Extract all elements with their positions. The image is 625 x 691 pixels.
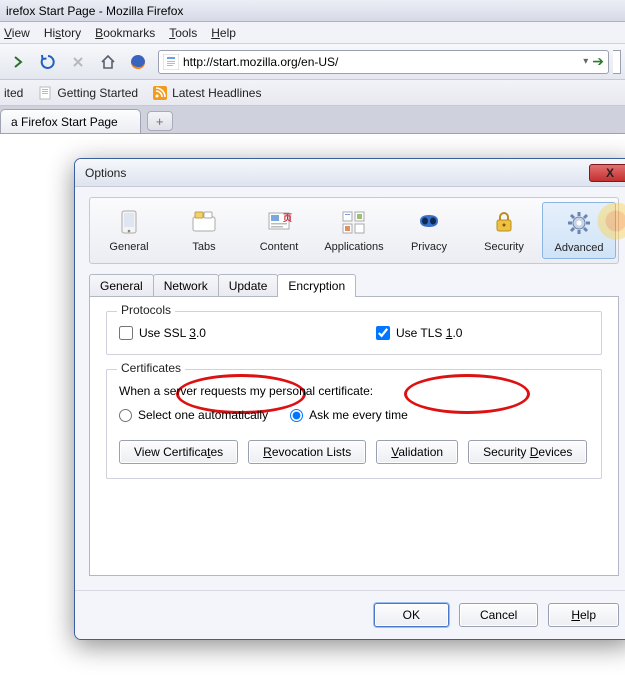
subtab-general[interactable]: General xyxy=(89,274,154,297)
close-icon: X xyxy=(606,166,614,180)
firefox-favicon xyxy=(124,48,152,76)
arrow-right-icon xyxy=(11,55,25,69)
reload-button[interactable] xyxy=(34,48,62,76)
certificates-legend: Certificates xyxy=(117,361,185,375)
advanced-subtabs: General Network Update Encryption xyxy=(89,274,619,297)
menu-help[interactable]: Help xyxy=(211,26,236,40)
bookmark-getting-started[interactable]: Getting Started xyxy=(37,85,138,101)
svg-text:页: 页 xyxy=(283,213,292,223)
bookmark-label: Latest Headlines xyxy=(172,86,261,100)
encryption-panel: Protocols Use SSL 3.0 Use TLS 1.0 xyxy=(89,296,619,576)
tab-active[interactable]: a Firefox Start Page xyxy=(0,109,141,133)
category-label: Content xyxy=(260,241,299,253)
category-advanced[interactable]: Advanced xyxy=(542,202,616,259)
checkbox-ssl3-input[interactable] xyxy=(119,326,133,340)
general-icon xyxy=(113,206,145,238)
cancel-button[interactable]: Cancel xyxy=(459,603,538,627)
subtab-update[interactable]: Update xyxy=(218,274,279,297)
category-label: Privacy xyxy=(411,241,447,253)
bookmark-most-visited[interactable]: ited xyxy=(4,86,23,100)
reload-icon xyxy=(39,53,57,71)
bookmark-latest-headlines[interactable]: Latest Headlines xyxy=(152,85,261,101)
plus-icon: + xyxy=(156,114,164,129)
menu-tools[interactable]: Tools xyxy=(169,26,197,40)
validation-button[interactable]: Validation xyxy=(376,440,458,464)
menu-view[interactable]: VViewiew xyxy=(4,26,30,40)
dialog-body: General Tabs 页 Content Applications xyxy=(75,187,625,590)
url-bar[interactable]: ▾ ➔ xyxy=(158,50,609,74)
tab-strip: a Firefox Start Page + xyxy=(0,106,625,134)
privacy-icon xyxy=(413,206,445,238)
security-icon xyxy=(488,206,520,238)
menu-history[interactable]: History xyxy=(44,26,81,40)
home-icon xyxy=(99,53,117,71)
certificates-prompt: When a server requests my personal certi… xyxy=(119,384,589,398)
category-label: Tabs xyxy=(192,241,215,253)
category-general[interactable]: General xyxy=(92,202,166,259)
menu-bookmarks[interactable]: Bookmarks xyxy=(95,26,155,40)
category-row: General Tabs 页 Content Applications xyxy=(89,197,619,264)
category-label: Security xyxy=(484,241,524,253)
page-icon xyxy=(37,85,53,101)
revocation-lists-button[interactable]: Revocation Lists xyxy=(248,440,366,464)
options-dialog-wrapper: Options X General Tabs xyxy=(74,158,625,640)
tabs-icon xyxy=(188,206,220,238)
category-applications[interactable]: Applications xyxy=(317,202,391,259)
new-tab-button[interactable]: + xyxy=(147,111,173,131)
subtab-network[interactable]: Network xyxy=(153,274,219,297)
certificates-group: Certificates When a server requests my p… xyxy=(106,369,602,479)
bookmarks-toolbar: ited Getting Started Latest Headlines xyxy=(0,80,625,106)
view-certificates-button[interactable]: View Certificates xyxy=(119,440,238,464)
options-dialog: Options X General Tabs xyxy=(74,158,625,640)
stop-button xyxy=(64,48,92,76)
category-security[interactable]: Security xyxy=(467,202,541,259)
content-area: arch e W Options X General Tab xyxy=(0,134,625,691)
radio-ask-every-time[interactable]: Ask me every time xyxy=(290,408,408,422)
advanced-icon xyxy=(563,207,595,239)
category-tabs[interactable]: Tabs xyxy=(167,202,241,259)
window-title: irefox Start Page - Mozilla Firefox xyxy=(6,4,183,18)
url-input[interactable] xyxy=(183,55,579,69)
stop-icon xyxy=(71,55,85,69)
bookmark-label: Getting Started xyxy=(57,86,138,100)
dialog-titlebar[interactable]: Options X xyxy=(75,159,625,187)
category-content[interactable]: 页 Content xyxy=(242,202,316,259)
ok-button[interactable]: OK xyxy=(374,603,449,627)
help-button[interactable]: Help xyxy=(548,603,619,627)
menu-bar: VViewiew History Bookmarks Tools Help xyxy=(0,22,625,44)
content-icon: 页 xyxy=(263,206,295,238)
home-button[interactable] xyxy=(94,48,122,76)
search-box-edge[interactable] xyxy=(613,50,621,74)
checkbox-tls1[interactable]: Use TLS 1.0 xyxy=(376,326,463,340)
protocols-legend: Protocols xyxy=(117,303,175,317)
protocols-group: Protocols Use SSL 3.0 Use TLS 1.0 xyxy=(106,311,602,355)
security-devices-button[interactable]: Security Devices xyxy=(468,440,587,464)
category-label: General xyxy=(109,241,148,253)
category-label: Advanced xyxy=(555,242,604,254)
checkbox-tls1-input[interactable] xyxy=(376,326,390,340)
url-dropdown[interactable]: ▾ xyxy=(583,56,588,67)
checkbox-ssl3[interactable]: Use SSL 3.0 xyxy=(119,326,206,340)
category-label: Applications xyxy=(324,241,383,253)
window-titlebar: irefox Start Page - Mozilla Firefox xyxy=(0,0,625,22)
bookmark-label: ited xyxy=(4,86,23,100)
radio-select-auto[interactable]: Select one automatically xyxy=(119,408,268,422)
dialog-footer: OK Cancel Help xyxy=(75,590,625,639)
site-favicon xyxy=(163,54,179,70)
firefox-icon xyxy=(129,53,147,71)
nav-toolbar: ▾ ➔ xyxy=(0,44,625,80)
radio-ask-every-time-input[interactable] xyxy=(290,409,303,422)
category-privacy[interactable]: Privacy xyxy=(392,202,466,259)
radio-select-auto-input[interactable] xyxy=(119,409,132,422)
rss-icon xyxy=(152,85,168,101)
close-button[interactable]: X xyxy=(589,164,625,182)
dialog-title: Options xyxy=(85,166,126,180)
back-button[interactable] xyxy=(4,48,32,76)
subtab-encryption[interactable]: Encryption xyxy=(277,274,356,297)
applications-icon xyxy=(338,206,370,238)
tab-label: a Firefox Start Page xyxy=(11,115,118,129)
go-button[interactable]: ➔ xyxy=(592,53,604,70)
